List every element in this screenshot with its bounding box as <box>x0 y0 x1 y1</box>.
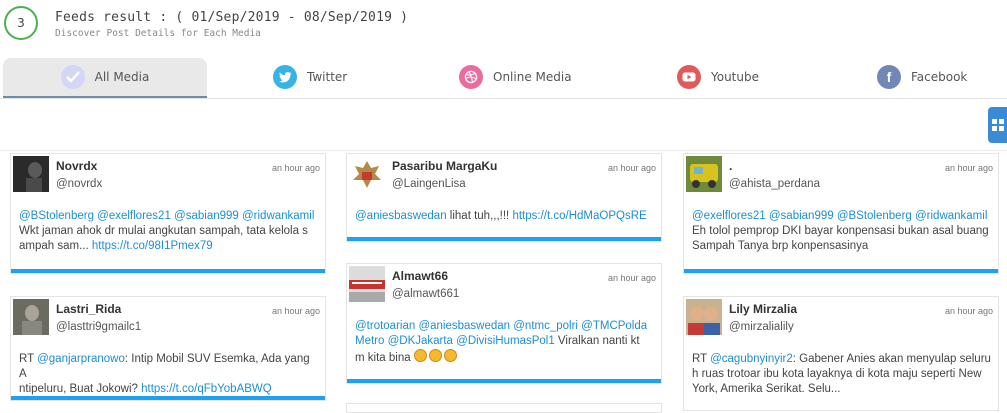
post-text-line: h ruas trotoar ibu kota layaknya di kota… <box>692 368 982 380</box>
post-card-accent <box>347 379 661 383</box>
step-number-badge: 3 <box>4 6 38 40</box>
media-tabs: All Media Twitter Online Media Youtube f… <box>0 58 1007 99</box>
post-author-handle[interactable]: @ahista_perdana <box>729 178 820 190</box>
avatar <box>349 156 385 192</box>
angry-emoji-icon <box>443 349 457 362</box>
feed-divider <box>0 150 1007 151</box>
post-card-accent <box>11 269 325 273</box>
post-text-line: : Gabener Anies akan menyulap seluru <box>792 353 991 365</box>
facebook-icon: f <box>877 65 901 89</box>
twitter-icon <box>273 65 297 89</box>
feeds-result-subtitle: Discover Post Details for Each Media <box>55 28 261 39</box>
tab-label: Facebook <box>911 70 968 84</box>
feeds-result-title: Feeds result : ( 01/Sep/2019 - 08/Sep/20… <box>55 10 409 25</box>
tab-label: All Media <box>94 70 150 84</box>
post-text: RT @ganjarpranowo: Intip Mobil SUV Esemk… <box>19 352 319 397</box>
tab-all-media[interactable]: All Media <box>3 58 207 98</box>
post-text-line: m kita bina <box>355 352 414 364</box>
post-time: an hour ago <box>271 306 320 316</box>
post-text-line: Sampah Tanya brp konpensasinya <box>692 240 869 252</box>
youtube-icon <box>677 65 701 89</box>
post-card-accent <box>11 396 325 400</box>
post-author-handle[interactable]: @novrdx <box>56 178 102 190</box>
check-icon <box>60 65 85 89</box>
post-card[interactable] <box>346 403 662 413</box>
post-author-name[interactable]: Pasaribu MargaKu <box>392 159 497 173</box>
post-author-name[interactable]: Lastri_Rida <box>56 302 121 316</box>
post-text: @trotoarian @aniesbaswedan @ntmc_polri @… <box>355 319 655 366</box>
post-author-name[interactable]: Novrdx <box>56 159 97 173</box>
dribbble-icon <box>459 65 483 89</box>
post-card[interactable]: Almawt66 @almawt661 an hour ago @trotoar… <box>346 263 662 384</box>
post-mention[interactable]: @aniesbaswedan <box>355 210 447 222</box>
post-time: an hour ago <box>944 306 993 316</box>
post-mention[interactable]: @ganjarpranowo <box>37 353 125 365</box>
grid-icon <box>991 119 1004 131</box>
post-card[interactable]: Lastri_Rida @lasttri9gmailc1 an hour ago… <box>10 296 326 401</box>
post-text-line: Wkt jaman ahok dr mulai angkutan sampah,… <box>19 225 308 237</box>
post-author-name[interactable]: . <box>729 159 732 173</box>
avatar <box>349 266 385 302</box>
post-author-name[interactable]: Lily Mirzalia <box>729 302 797 316</box>
angry-emoji-icon <box>428 349 442 362</box>
grid-view-button[interactable] <box>988 107 1007 143</box>
post-mentions[interactable]: @BStolenberg @exelflores21 @sabian999 @r… <box>19 209 319 224</box>
post-card[interactable]: Lily Mirzalia @mirzalialily an hour ago … <box>683 296 999 411</box>
post-time: an hour ago <box>944 163 993 173</box>
tab-label: Online Media <box>493 70 572 84</box>
tab-twitter[interactable]: Twitter <box>273 58 347 96</box>
post-card[interactable]: . @ahista_perdana an hour ago @exelflore… <box>683 153 999 274</box>
post-author-name[interactable]: Almawt66 <box>392 269 448 283</box>
post-link[interactable]: https://t.co/qFbYobABWQ <box>141 383 272 395</box>
avatar <box>686 299 722 335</box>
post-text: @aniesbaswedan lihat tuh,,,!!! https://t… <box>355 209 655 224</box>
post-card-accent <box>684 269 998 273</box>
post-text-line: York, Amerika Serikat. Selu... <box>692 383 841 395</box>
post-author-handle[interactable]: @lasttri9gmailc1 <box>56 321 141 333</box>
post-author-handle[interactable]: @mirzalialily <box>729 321 794 333</box>
post-text: RT @cagubnyinyir2: Gabener Anies akan me… <box>692 352 992 397</box>
post-text: @exelflores21 @sabian999 @BStolenberg @r… <box>692 209 992 254</box>
tab-label: Youtube <box>711 70 759 84</box>
avatar <box>13 299 49 335</box>
tab-online-media[interactable]: Online Media <box>459 58 572 96</box>
post-mentions[interactable]: @exelflores21 @sabian999 @BStolenberg @r… <box>692 209 992 224</box>
tab-youtube[interactable]: Youtube <box>677 58 759 96</box>
post-text-line: ampah sam... <box>19 240 92 252</box>
avatar <box>13 156 49 192</box>
post-text-line: Eh tolol pemprop DKI bayar konpensasi bu… <box>692 225 989 237</box>
post-text: @BStolenberg @exelflores21 @sabian999 @r… <box>19 209 319 254</box>
post-author-handle[interactable]: @LaingenLisa <box>392 178 466 190</box>
post-card[interactable]: Pasaribu MargaKu @LaingenLisa an hour ag… <box>346 153 662 242</box>
tab-label: Twitter <box>307 70 348 84</box>
post-text-line: ntipeluru, Buat Jokowi? <box>19 383 142 395</box>
post-text-line: Viralkan nanti kt <box>554 335 640 347</box>
post-link[interactable]: https://t.co/98I1Pmex79 <box>92 240 213 252</box>
post-author-handle[interactable]: @almawt661 <box>392 288 459 300</box>
post-mentions[interactable]: Metro @DKJakarta @DivisiHumasPol1 <box>355 335 555 347</box>
avatar <box>686 156 722 192</box>
post-time: an hour ago <box>607 273 656 283</box>
post-time: an hour ago <box>271 163 320 173</box>
post-time: an hour ago <box>607 163 656 173</box>
post-text-line: RT <box>692 353 711 365</box>
post-text-line: RT <box>19 353 38 365</box>
angry-emoji-icon <box>413 349 427 362</box>
post-mentions[interactable]: @trotoarian @aniesbaswedan @ntmc_polri @… <box>355 319 655 334</box>
post-text-line: lihat tuh,,,!!! <box>446 210 513 222</box>
tab-facebook[interactable]: f Facebook <box>877 58 967 96</box>
post-card-accent <box>347 237 661 241</box>
post-card[interactable]: Novrdx @novrdx an hour ago @BStolenberg … <box>10 153 326 274</box>
post-mention[interactable]: @cagubnyinyir2 <box>710 353 793 365</box>
post-link[interactable]: https://t.co/HdMaOPQsRE <box>512 210 646 222</box>
